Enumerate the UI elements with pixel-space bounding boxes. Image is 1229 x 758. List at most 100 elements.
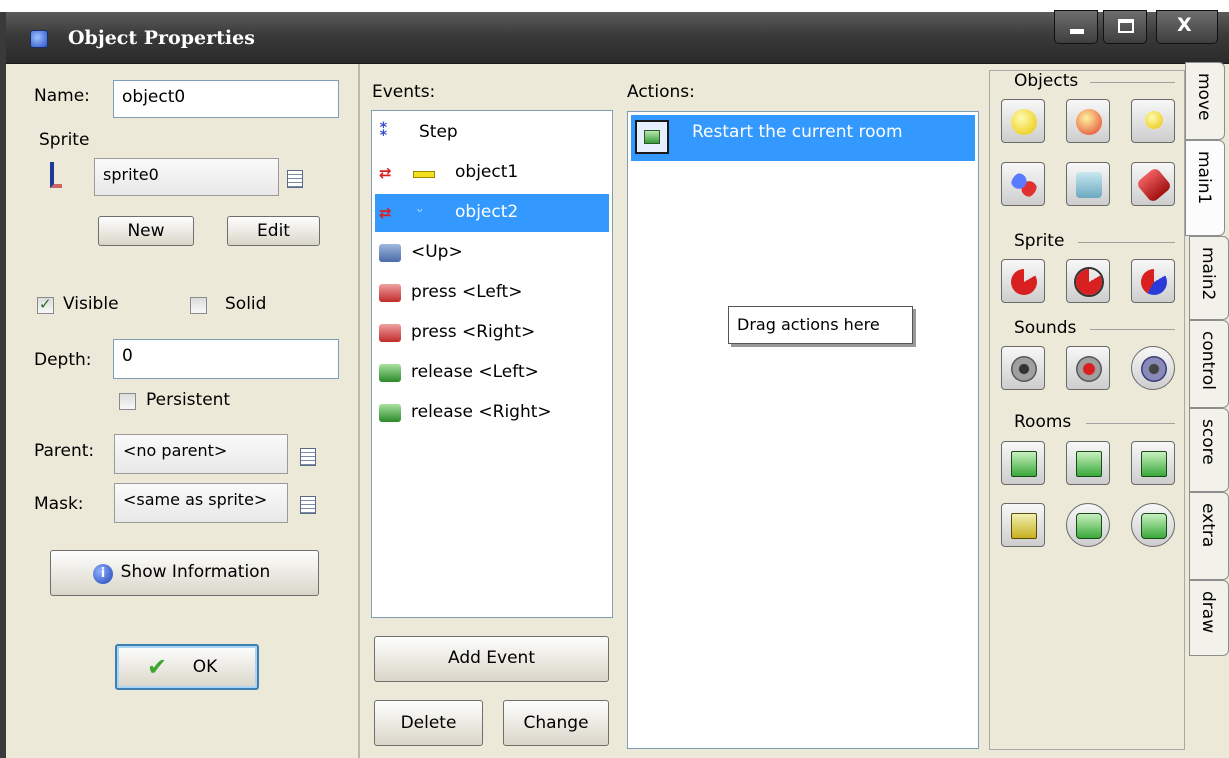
room-goto-icon [1011,513,1037,539]
next-room-button[interactable] [1066,441,1110,485]
edit-sprite-button[interactable]: Edit [227,216,320,246]
lightbulb-icon [1011,109,1037,135]
object-properties-window: Object Properties X Name: object0 Sprite… [0,0,1229,758]
restart-room-button[interactable] [1131,441,1175,485]
key-press-icon [379,284,401,302]
key-release-icon [379,404,401,422]
pacman-color-icon [1141,269,1167,295]
maximize-icon [1118,19,1134,33]
check-sound-button[interactable] [1131,346,1175,390]
section-rooms-label: Rooms [1014,412,1072,432]
minimize-icon [1070,29,1084,34]
drag-actions-tooltip: Drag actions here [728,306,913,344]
pacman-icon [1011,269,1037,295]
tab-move[interactable]: move [1185,62,1225,140]
room-check-previous-icon [1076,513,1102,539]
change-instance-button[interactable] [1001,162,1045,206]
show-information-label: Show Information [120,562,271,582]
event-item-keyboard-up[interactable]: <Up> [375,234,609,272]
jar-icon [1076,172,1102,198]
persistent-checkbox[interactable] [119,393,136,410]
add-event-button[interactable]: Add Event [374,636,609,682]
object2-sprite-icon: ᵕ [417,204,423,220]
parent-menu-icon[interactable] [300,448,316,466]
event-item-release-left[interactable]: release <Left> [375,354,609,392]
sprite-label: Sprite [39,130,90,150]
tab-score[interactable]: score [1189,408,1229,492]
speaker-icon [1011,356,1037,382]
tab-main2[interactable]: main2 [1189,236,1229,320]
close-icon: X [1177,14,1192,36]
delete-event-button[interactable]: Delete [374,700,483,746]
section-objects-label: Objects [1014,71,1079,91]
depth-input[interactable]: 0 [113,339,339,379]
check-previous-room-button[interactable] [1066,503,1110,547]
events-list[interactable]: ⁑ Step ⇄ object1 ⇄ ᵕ object2 <Up> press … [371,110,613,618]
previous-room-button[interactable] [1001,441,1045,485]
transform-sprite-button[interactable] [1066,259,1110,303]
tab-draw[interactable]: draw [1189,580,1229,656]
balls-icon [1011,172,1037,198]
parent-select[interactable]: <no parent> [114,434,288,474]
section-divider [1086,423,1175,424]
background-strip [0,0,1229,12]
show-information-button[interactable]: i Show Information [50,550,319,596]
title-bar[interactable]: Object Properties X [6,10,1229,64]
name-label: Name: [34,86,90,106]
mask-label: Mask: [34,494,84,514]
create-instance-button[interactable] [1001,99,1045,143]
play-sound-button[interactable] [1001,346,1045,390]
sprite-select[interactable]: sprite0 [94,158,279,196]
room-restart-icon [1141,451,1167,477]
solid-checkbox[interactable] [190,297,207,314]
room-check-next-icon [1141,513,1167,539]
new-sprite-button[interactable]: New [98,216,194,246]
event-item-release-right[interactable]: release <Right> [375,394,609,432]
change-sprite-button[interactable] [1001,259,1045,303]
room-next-icon [1076,451,1102,477]
room-restart-icon [635,120,669,154]
tab-control[interactable]: control [1189,320,1229,408]
depth-label: Depth: [34,350,92,370]
section-divider [1078,242,1175,243]
event-item-collision-object2[interactable]: ⇄ ᵕ object2 [375,194,609,232]
lightbulbs-icon [1145,111,1163,129]
section-divider [1090,82,1175,83]
event-item-press-right[interactable]: press <Right> [375,314,609,352]
visible-checkbox[interactable] [37,295,54,314]
tab-extra[interactable]: extra [1189,492,1229,580]
dynamite-icon [1135,166,1173,204]
goto-room-button[interactable] [1001,503,1045,547]
action-item-restart-room[interactable]: Restart the current room [631,115,975,161]
minimize-button[interactable] [1054,10,1098,44]
name-input[interactable]: object0 [113,80,339,118]
events-header: Events: [372,82,436,102]
actions-list[interactable]: Restart the current room [627,111,979,749]
create-moving-button[interactable] [1066,99,1110,143]
color-sprite-button[interactable] [1131,259,1175,303]
sprite-menu-icon[interactable] [287,170,303,188]
solid-label: Solid [225,294,267,314]
visible-label: Visible [63,294,119,314]
sprite-thumbnail-icon [50,162,62,188]
keyboard-icon [379,244,401,262]
object1-sprite-icon [413,171,435,178]
stop-sound-button[interactable] [1066,346,1110,390]
maximize-button[interactable] [1103,10,1147,44]
event-item-press-left[interactable]: press <Left> [375,274,609,312]
destroy-instance-button[interactable] [1066,162,1110,206]
step-icon: ⁑ [379,120,389,141]
create-random-button[interactable] [1131,99,1175,143]
event-item-step[interactable]: ⁑ Step [375,114,609,152]
info-icon: i [93,564,113,584]
action-palette: Objects Sprite Sounds Rooms [989,70,1185,750]
mask-menu-icon[interactable] [300,496,316,514]
check-next-room-button[interactable] [1131,503,1175,547]
event-item-collision-object1[interactable]: ⇄ object1 [375,154,609,192]
ok-button[interactable]: ✔ OK [115,644,259,690]
change-event-button[interactable]: Change [503,700,609,746]
tab-main1[interactable]: main1 [1185,140,1225,236]
mask-select[interactable]: <same as sprite> [114,483,288,523]
destroy-at-position-button[interactable] [1131,162,1175,206]
close-button[interactable]: X [1156,10,1218,44]
